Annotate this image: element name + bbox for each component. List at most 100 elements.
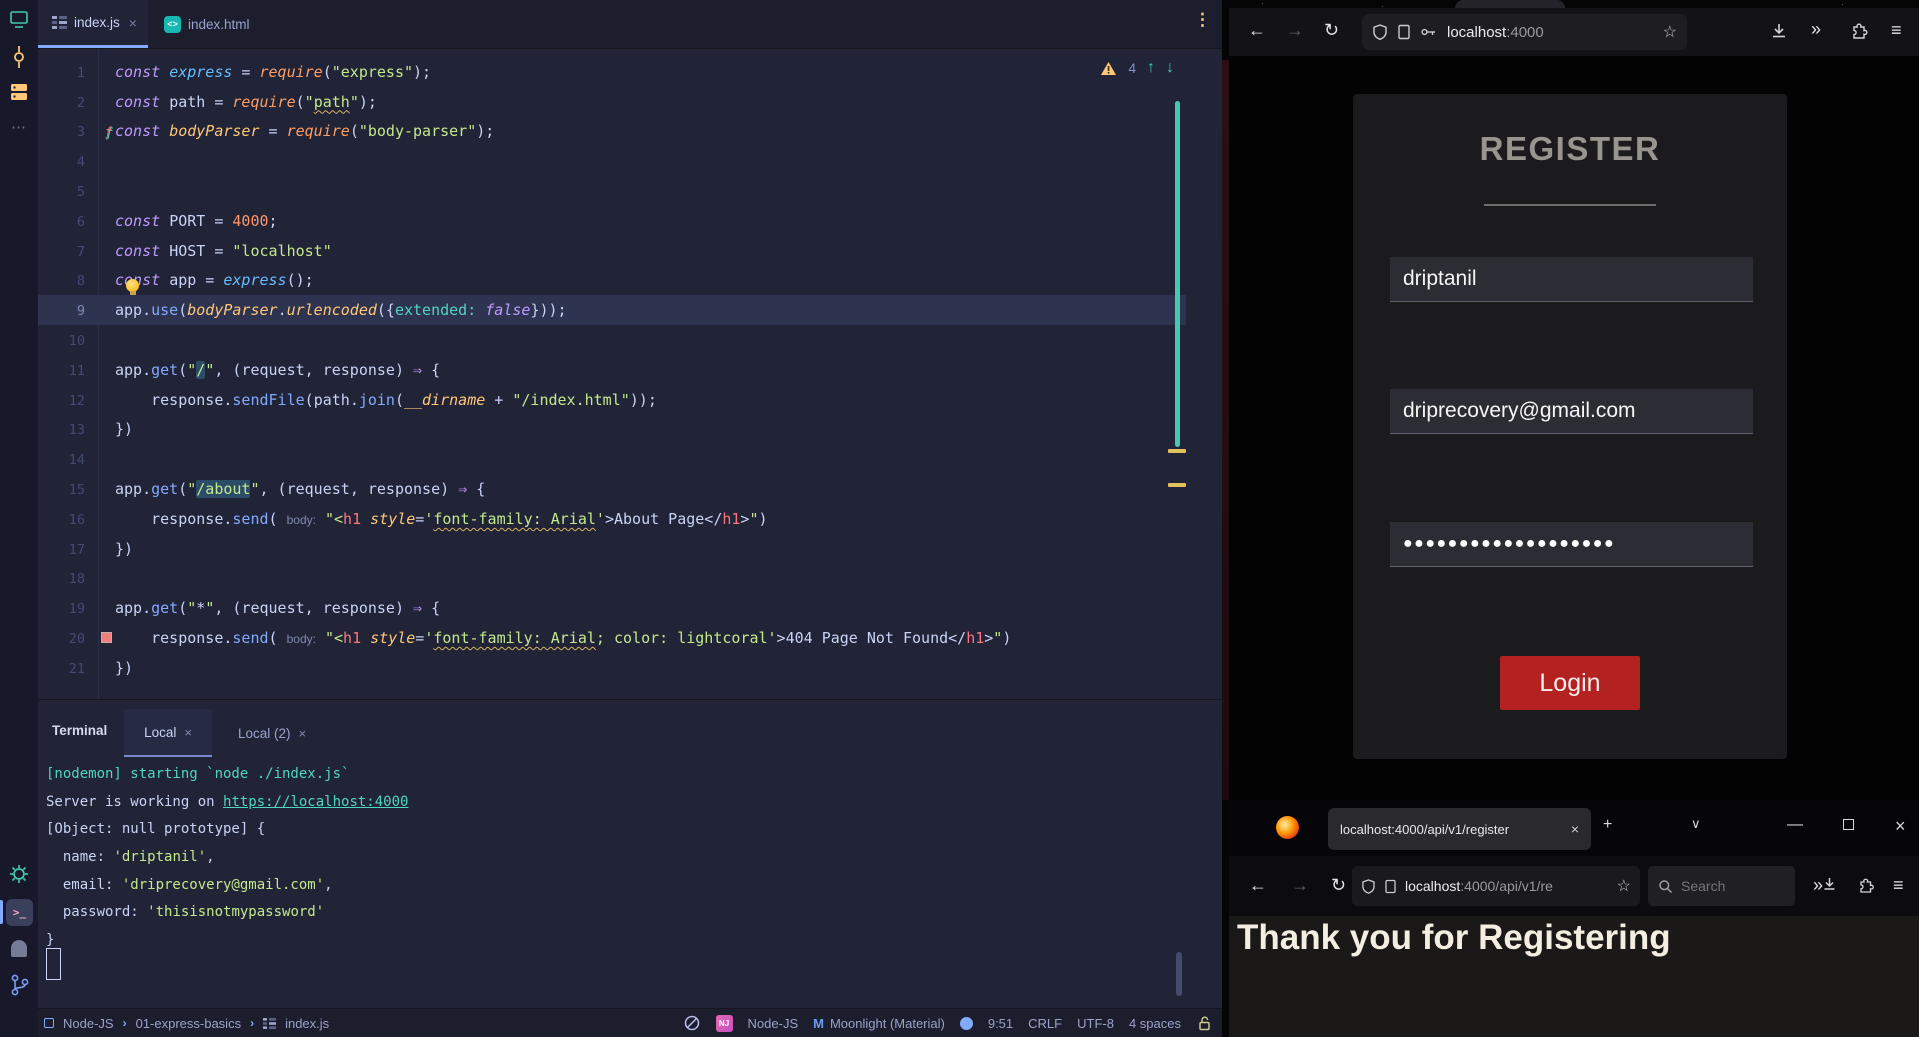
breadcrumb-folder[interactable]: 01-express-basics <box>136 1016 242 1031</box>
line-number-gutter[interactable]: 10 <box>38 331 98 349</box>
terminal-scrollbar[interactable] <box>1176 952 1182 996</box>
close-window-button[interactable]: × <box>1895 816 1906 837</box>
line-number-gutter[interactable]: 18 <box>38 569 98 587</box>
browser-tab-register[interactable]: localhost:4000/api/v1/register × <box>1328 808 1591 850</box>
code-line[interactable]: 9app.use(bodyParser.urlencoded({extended… <box>38 295 1186 325</box>
close-tab-icon[interactable]: × <box>129 15 137 31</box>
line-number-gutter[interactable]: 8 <box>38 271 98 289</box>
intention-bulb-icon[interactable] <box>126 279 139 292</box>
line-number[interactable]: 9 <box>77 303 85 319</box>
code-line[interactable]: 16 response.send( body: "<h1 style='font… <box>38 504 1186 534</box>
line-number-gutter[interactable]: 21 <box>38 659 98 677</box>
code-line[interactable]: 3ƒconst bodyParser = require("body-parse… <box>38 117 1186 147</box>
line-number-gutter[interactable]: 14 <box>38 450 98 468</box>
code-line[interactable]: 7const HOST = "localhost" <box>38 236 1186 266</box>
terminal-tab-local[interactable]: Local × <box>124 709 212 757</box>
prev-warning-icon[interactable]: ↑ <box>1147 59 1155 77</box>
line-number[interactable]: 2 <box>77 95 85 111</box>
runtime-label[interactable]: Node-JS <box>748 1016 799 1031</box>
line-number[interactable]: 19 <box>69 601 85 617</box>
line-number-gutter[interactable]: 19 <box>38 599 98 617</box>
code-line[interactable]: 2const path = require("path"); <box>38 87 1186 117</box>
code-line[interactable]: 12 response.sendFile(path.join(__dirname… <box>38 385 1186 415</box>
back-button[interactable]: ← <box>1249 876 1267 894</box>
more-tool-windows-icon[interactable]: ⋯ <box>0 118 38 136</box>
line-number[interactable]: 8 <box>77 273 85 289</box>
accent-color-dot[interactable] <box>960 1017 973 1030</box>
line-number[interactable]: 20 <box>69 631 85 647</box>
terminal-panel-title[interactable]: Terminal <box>52 723 107 738</box>
unlock-icon[interactable] <box>1196 1015 1212 1031</box>
line-number-gutter[interactable]: 4 <box>38 152 98 170</box>
hamburger-menu-icon[interactable]: ≡ <box>1893 876 1904 894</box>
project-monitor-icon[interactable] <box>0 10 38 30</box>
code-line[interactable]: 13}) <box>38 415 1186 445</box>
minimize-window-button[interactable]: — <box>1787 816 1803 834</box>
code-line[interactable]: 21}) <box>38 653 1186 683</box>
forward-button[interactable]: → <box>1291 876 1309 894</box>
warning-marker[interactable] <box>1168 449 1186 453</box>
line-number[interactable]: 5 <box>77 184 85 200</box>
new-tab-button[interactable]: + <box>1603 816 1612 834</box>
line-number[interactable]: 16 <box>69 512 85 528</box>
extensions-puzzle-icon[interactable] <box>1857 877 1874 894</box>
nodejs-badge[interactable]: NJ <box>716 1015 733 1032</box>
shield-icon[interactable] <box>1361 879 1376 894</box>
page-info-icon[interactable] <box>1384 879 1397 894</box>
line-number-gutter[interactable]: 5 <box>38 182 98 200</box>
terminal-link[interactable]: https://localhost:4000 <box>223 794 408 810</box>
line-number[interactable]: 14 <box>69 452 85 468</box>
firefox-logo-icon[interactable] <box>1276 816 1299 839</box>
tab-index-js[interactable]: index.js × <box>38 0 148 48</box>
commit-icon[interactable] <box>0 46 38 68</box>
line-ending[interactable]: CRLF <box>1028 1016 1062 1031</box>
inspections-widget[interactable]: 4 ↑ ↓ <box>1100 59 1174 77</box>
shield-icon[interactable] <box>1372 24 1388 40</box>
downloads-chevron-icon[interactable]: » <box>1813 876 1836 894</box>
browser-tab-partial[interactable] <box>1455 0 1565 8</box>
line-number[interactable]: 18 <box>69 571 85 587</box>
username-field[interactable] <box>1390 257 1753 302</box>
line-number-gutter[interactable]: 3ƒ <box>38 122 98 140</box>
breadcrumb-project[interactable]: Node-JS <box>63 1016 114 1031</box>
code-line[interactable]: 6const PORT = 4000; <box>38 206 1186 236</box>
list-tabs-chevron-icon[interactable]: ∨ <box>1691 816 1701 832</box>
line-number-gutter[interactable]: 11 <box>38 361 98 379</box>
function-gutter-icon[interactable]: ƒ <box>105 125 112 139</box>
line-number[interactable]: 11 <box>69 363 85 379</box>
line-number[interactable]: 12 <box>69 393 85 409</box>
code-line[interactable]: 15app.get("/about", (request, response) … <box>38 474 1186 504</box>
extensions-puzzle-icon[interactable] <box>1850 22 1868 40</box>
nodemon-ghost-icon[interactable] <box>11 940 27 957</box>
warning-marker[interactable] <box>1168 483 1186 487</box>
line-number-gutter[interactable]: 1 <box>38 63 98 81</box>
hamburger-menu-icon[interactable]: ≡ <box>1891 21 1902 39</box>
line-number-gutter[interactable]: 9 <box>38 301 98 319</box>
line-number-gutter[interactable]: 17 <box>38 540 98 558</box>
code-editor[interactable]: 1const express = require("express");2con… <box>38 49 1222 699</box>
editor-options-kebab-icon[interactable]: ⋮ <box>1194 10 1211 30</box>
login-button[interactable]: Login <box>1500 656 1640 710</box>
close-tab-icon[interactable]: × <box>1571 821 1579 837</box>
maximize-window-button[interactable] <box>1843 819 1854 830</box>
line-number[interactable]: 6 <box>77 214 85 230</box>
key-icon[interactable] <box>1420 24 1438 40</box>
cursor-position[interactable]: 9:51 <box>988 1016 1013 1031</box>
breadcrumb-file[interactable]: index.js <box>285 1016 329 1031</box>
theme-widget[interactable]: M Moonlight (Material) <box>813 1016 945 1031</box>
back-button[interactable]: ← <box>1248 21 1266 39</box>
terminal-lines[interactable]: [nodemon] starting `node ./index.js`Serv… <box>46 760 408 954</box>
code-line[interactable]: 14 <box>38 444 1186 474</box>
line-number-gutter[interactable]: 12 <box>38 391 98 409</box>
line-number[interactable]: 7 <box>77 244 85 260</box>
forward-button[interactable]: → <box>1286 21 1304 39</box>
settings-gear-icon[interactable] <box>0 864 38 884</box>
color-preview-chip[interactable] <box>101 632 112 643</box>
offline-icon[interactable] <box>683 1014 701 1032</box>
bookmark-star-icon[interactable]: ☆ <box>1617 876 1631 896</box>
bookmark-star-icon[interactable]: ☆ <box>1663 22 1677 42</box>
close-tab-icon[interactable]: × <box>298 726 306 741</box>
search-bar[interactable] <box>1648 866 1795 906</box>
next-warning-icon[interactable]: ↓ <box>1166 59 1174 77</box>
line-number-gutter[interactable]: 16 <box>38 510 98 528</box>
